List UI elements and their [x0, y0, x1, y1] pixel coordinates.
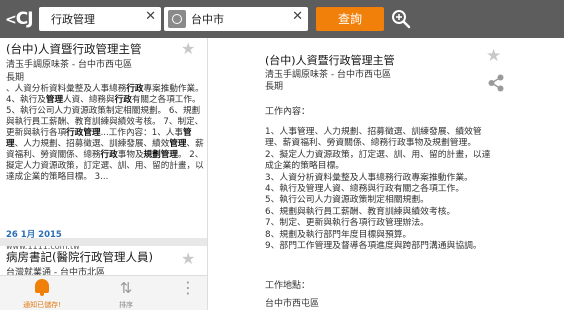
back-chevron-icon[interactable]: <: [5, 12, 17, 28]
location-icon[interactable]: [168, 10, 186, 28]
duty-line: 1、人事管理、人力規劃、招募徵選、訓練發展、績效管: [265, 127, 482, 137]
location-value[interactable]: 台中市: [191, 11, 224, 27]
duty-line: 4、執行及管理人資、總務與行政有關之各項工作。: [265, 184, 465, 195]
clear-keyword-icon[interactable]: ✕: [145, 9, 156, 24]
duty-line: 9、部門工作管理及督導各項進度與跨部門溝通與協調。: [265, 241, 482, 252]
notify-saved-button[interactable]: 通知已儲存!: [0, 276, 84, 310]
star-icon[interactable]: ★: [181, 39, 195, 58]
location-input[interactable]: 台中市 ✕: [164, 7, 308, 31]
sort-button[interactable]: ⇅ 排序: [84, 276, 168, 310]
list-item[interactable]: 病房書記(醫院行政管理人員) 台灣就業通 - 台中市北區 長期 ★: [0, 238, 207, 275]
duty-line: 7、制定、更新與執行各項行政管理辦法。: [265, 218, 429, 229]
app-logo[interactable]: <CJ: [5, 8, 34, 30]
job-title[interactable]: 病房書記(醫院行政管理人員): [6, 249, 153, 265]
content-label: 工作內容：: [265, 107, 311, 117]
job-detail-pane: (台中)人資暨行政管理主管 清玉手調原味茶 - 台中市西屯區 長期 ★ 工作內容…: [209, 38, 564, 310]
address-value: 台中市西屯區: [265, 299, 320, 309]
clear-location-icon[interactable]: ✕: [292, 9, 303, 24]
duty-line: 3、人資分析資料彙整及人事總務行政專案推動作業。: [265, 172, 473, 183]
result-list: (台中)人資暨行政管理主管 清玉手調原味茶 - 台中市西屯區 長期 ★ 、人資分…: [0, 38, 208, 275]
job-snippet: 、人資分析資料彙整及人事總務行政專案推動作業。 4、執行及管理人資、總務與行政有…: [6, 84, 204, 182]
zoom-in-icon[interactable]: [391, 9, 411, 29]
bell-icon: [35, 279, 49, 296]
job-type: 長期: [6, 73, 25, 83]
star-icon[interactable]: ★: [486, 46, 501, 66]
notify-label: 通知已儲存!: [23, 301, 61, 309]
bottom-toolbar: 通知已儲存! ⇅ 排序 ⋮: [0, 275, 208, 310]
address-label: 工作地點：: [265, 281, 311, 291]
detail-job-type: 長期: [265, 82, 284, 92]
logo-text: CJ: [15, 9, 34, 29]
duty-line: 2、擬定人力資源政策，訂定選、訓、用、留的計畫，以達: [265, 149, 491, 160]
more-menu-button[interactable]: ⋮: [168, 276, 208, 310]
keyword-search-input[interactable]: 行政管理 ✕: [39, 7, 161, 31]
company-location: 清玉手調原味茶 - 台中市西屯區: [6, 60, 132, 70]
detail-title: (台中)人資暨行政管理主管: [265, 54, 395, 67]
duty-line: 5、執行公司人力資源政策制定相關規劃。: [265, 195, 429, 206]
sort-icon: ⇅: [119, 279, 133, 297]
duty-line: 理、薪資福利、勞資關係、總務行政事物及規劃管理。: [265, 138, 477, 149]
query-button[interactable]: 查詢: [316, 7, 384, 31]
star-icon[interactable]: ★: [181, 249, 195, 268]
share-icon[interactable]: [488, 74, 504, 92]
job-title[interactable]: (台中)人資暨行政管理主管: [6, 41, 141, 57]
top-bar: <CJ 行政管理 ✕ 台中市 ✕ 查詢: [0, 0, 564, 38]
company-location: 台灣就業通 - 台中市北區: [6, 268, 105, 275]
duty-line: 6、規劃與執行員工薪酬、教育訓練與績效考核。: [265, 206, 456, 217]
list-item[interactable]: (台中)人資暨行政管理主管 清玉手調原味茶 - 台中市西屯區 長期 ★ 、人資分…: [0, 38, 207, 251]
more-vertical-icon: ⋮: [180, 278, 196, 297]
keyword-value[interactable]: 行政管理: [51, 11, 95, 27]
duty-line: 成企業的策略目標。: [265, 161, 345, 172]
sort-label: 排序: [119, 301, 133, 309]
duty-list: 1、人事管理、人力規劃、招募徵選、訓練發展、績效管 理、薪資福利、勞資關係、總務…: [265, 127, 560, 252]
duty-line: 8、規劃及執行部門年度目標與預算。: [265, 229, 412, 240]
detail-company: 清玉手調原味茶 - 台中市西屯區: [265, 70, 391, 80]
